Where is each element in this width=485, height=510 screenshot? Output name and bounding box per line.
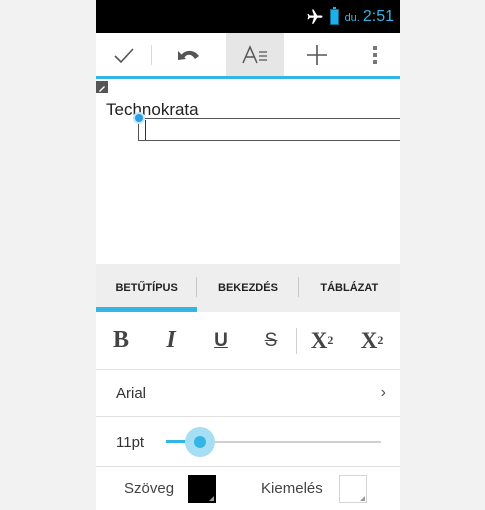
add-button[interactable] (284, 33, 350, 76)
selection-handle[interactable] (133, 112, 145, 124)
overflow-menu-button[interactable] (350, 33, 400, 76)
plus-icon (307, 44, 327, 65)
phone-screen: du. 2:51 Technokrata BETŰTÍPUS BEKEZDÉS … (96, 0, 400, 510)
document-text[interactable]: Technokrata (106, 100, 199, 120)
font-size-row: 11pt (96, 418, 400, 467)
superscript-base: X (310, 327, 328, 353)
table-cell[interactable] (138, 118, 400, 141)
highlight-color-label: Kiemelés (261, 480, 323, 497)
strikethrough-button[interactable]: S (246, 312, 296, 369)
subscript-exp: 2 (377, 333, 384, 347)
clock: du. 2:51 (345, 8, 394, 26)
edit-pencil-icon[interactable] (96, 81, 108, 93)
subscript-base: X (360, 327, 378, 353)
undo-icon (178, 50, 199, 60)
clock-time: 2:51 (362, 8, 394, 25)
tab-table[interactable]: TÁBLÁZAT (299, 264, 400, 312)
action-bar (96, 33, 400, 79)
tab-table-label: TÁBLÁZAT (320, 282, 379, 294)
superscript-button[interactable]: X2 (297, 312, 347, 369)
text-cursor (145, 120, 146, 140)
tab-paragraph[interactable]: BEKEZDÉS (197, 264, 299, 312)
superscript-exp: 2 (327, 333, 334, 347)
check-icon (114, 47, 134, 63)
color-row: Szöveg Kiemelés (96, 467, 400, 510)
clock-prefix: du. (344, 12, 360, 24)
font-family-selector[interactable]: Arial › (96, 370, 400, 417)
document-area[interactable]: Technokrata (96, 79, 400, 264)
text-color-label: Szöveg (124, 480, 175, 497)
text-style-toolbar: B I U S X2 X2 (96, 312, 400, 370)
status-bar: du. 2:51 (96, 0, 400, 33)
done-button[interactable] (96, 33, 152, 76)
text-format-button[interactable] (226, 33, 284, 76)
font-name: Arial (116, 384, 147, 402)
underline-button[interactable]: U (196, 312, 246, 369)
subscript-button[interactable]: X2 (347, 312, 397, 369)
tab-font[interactable]: BETŰTÍPUS (96, 264, 198, 312)
more-vertical-icon (373, 45, 377, 64)
airplane-mode-icon (307, 9, 323, 24)
bold-button[interactable]: B (96, 312, 146, 369)
format-tabs: BETŰTÍPUS BEKEZDÉS TÁBLÁZAT (96, 264, 400, 312)
chevron-right-icon: › (380, 384, 386, 401)
font-size-label: 11pt (116, 434, 145, 451)
tab-font-label: BETŰTÍPUS (115, 282, 178, 294)
text-format-icon (242, 44, 267, 63)
italic-button[interactable]: I (146, 312, 196, 369)
undo-button[interactable] (152, 33, 226, 76)
text-color-swatch[interactable] (188, 474, 217, 503)
tab-paragraph-label: BEKEZDÉS (218, 282, 278, 294)
battery-icon (329, 7, 339, 25)
highlight-color-swatch[interactable] (338, 474, 367, 503)
status-icons: du. 2:51 (306, 7, 394, 26)
